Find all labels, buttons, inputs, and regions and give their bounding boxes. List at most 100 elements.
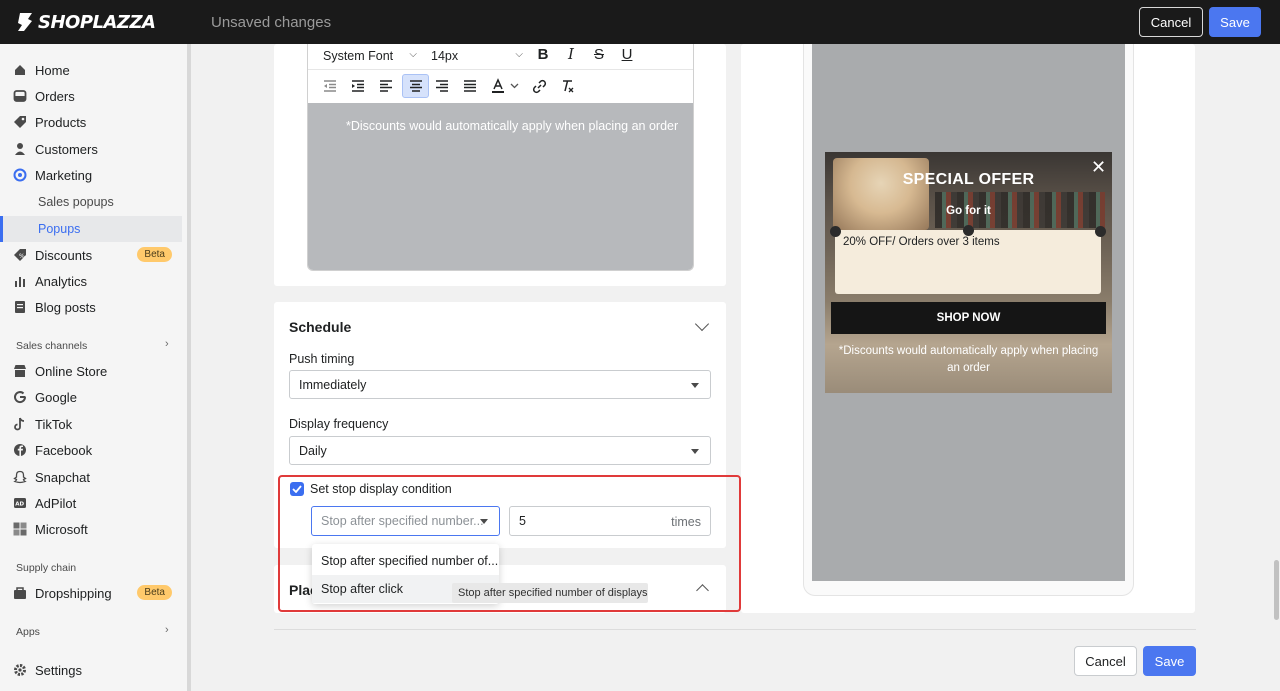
caret-down-icon (691, 449, 699, 454)
sidebar-item-discounts[interactable]: % Discounts Beta (0, 243, 182, 267)
push-timing-select[interactable]: Immediately (289, 370, 711, 399)
sidebar-item-customers[interactable]: Customers (0, 137, 182, 161)
chevron-right-icon[interactable]: › (165, 624, 169, 636)
sidebar-item-analytics[interactable]: Analytics (0, 269, 182, 293)
sidebar-item-orders[interactable]: Orders (0, 84, 182, 108)
discount-icon: % (13, 248, 27, 262)
sidebar-item-label: Marketing (35, 167, 93, 183)
font-size-select[interactable]: 14px ⌵ (431, 46, 525, 66)
sidebar-section-sales-channels: Sales channels (16, 340, 88, 352)
italic-icon[interactable]: I (559, 44, 583, 66)
sidebar-section-apps: Apps (16, 626, 40, 638)
background-image (833, 158, 929, 230)
editor-text: *Discounts would automatically apply whe… (346, 119, 679, 133)
microsoft-icon (13, 522, 27, 536)
top-bar: SHOPLAZZA Unsaved changes Cancel Save (0, 0, 1280, 44)
home-icon (13, 63, 27, 77)
sidebar-item-label: Google (35, 389, 77, 405)
outdent-icon[interactable] (318, 74, 342, 98)
sidebar-item-label: AdPilot (35, 495, 77, 511)
align-left-icon[interactable] (374, 74, 398, 98)
facebook-icon (13, 443, 27, 457)
align-center-icon[interactable] (402, 74, 429, 98)
editor-toolbar-bottom (308, 69, 693, 103)
schedule-title: Schedule (289, 319, 352, 335)
bar-chart-icon (13, 274, 27, 288)
coupon-notch (1095, 226, 1106, 237)
target-icon (13, 168, 27, 182)
sidebar-item-settings[interactable]: Settings (0, 658, 182, 682)
coupon-text: 20% OFF/ Orders over 3 items (843, 236, 1000, 248)
store-icon (13, 364, 27, 378)
sidebar-item-products[interactable]: Products (0, 110, 182, 134)
sidebar-item-snapchat[interactable]: Snapchat (0, 465, 182, 489)
caret-down-icon (691, 383, 699, 388)
snapchat-icon (13, 470, 27, 484)
gear-icon (13, 663, 27, 677)
coupon: 20% OFF/ Orders over 3 items (830, 225, 1106, 294)
sidebar-item-label: Settings (35, 662, 82, 678)
shoplazza-logo-icon (18, 13, 32, 31)
sidebar-item-microsoft[interactable]: Microsoft (0, 517, 182, 541)
tag-icon (13, 115, 27, 129)
sidebar-item-popups[interactable]: Popups (0, 216, 182, 242)
unsaved-changes-label: Unsaved changes (211, 14, 332, 31)
sidebar-item-label: Dropshipping (35, 585, 112, 601)
main-scrollbar-thumb[interactable] (1274, 560, 1279, 620)
indent-icon[interactable] (346, 74, 370, 98)
shop-now-button[interactable]: SHOP NOW (831, 302, 1106, 334)
display-frequency-select[interactable]: Daily (289, 436, 711, 465)
editor-body[interactable]: *Discounts would automatically apply whe… (308, 103, 693, 270)
beta-badge: Beta (137, 247, 172, 262)
font-family-value: System Font (323, 49, 394, 63)
shoplazza-logo: SHOPLAZZA (16, 11, 156, 33)
beta-badge: Beta (137, 585, 172, 600)
editor-toolbar-top: System Font ⌵ 14px ⌵ B I S U (308, 44, 693, 69)
sidebar-item-adpilot[interactable]: AD AdPilot (0, 491, 182, 515)
logo-text: SHOPLAZZA (38, 11, 156, 33)
clear-format-icon[interactable] (555, 74, 579, 98)
strikethrough-icon[interactable]: S (587, 44, 611, 66)
sidebar-item-dropshipping[interactable]: Dropshipping Beta (0, 581, 182, 605)
svg-text:%: % (19, 253, 25, 260)
footer-save-button[interactable]: Save (1143, 646, 1196, 676)
footer-cancel-button[interactable]: Cancel (1074, 646, 1137, 676)
sidebar-item-sales-popups[interactable]: Sales popups (0, 189, 182, 215)
chevron-right-icon[interactable]: › (165, 338, 169, 350)
sidebar-item-marketing[interactable]: Marketing (0, 163, 182, 187)
highlight-box (278, 475, 741, 612)
tiktok-icon (13, 417, 27, 431)
footer-divider (274, 629, 1196, 630)
cancel-button[interactable]: Cancel (1139, 7, 1203, 37)
sidebar-item-label: Blog posts (35, 299, 96, 315)
sidebar-item-online-store[interactable]: Online Store (0, 359, 182, 383)
push-timing-value: Immediately (299, 377, 367, 392)
person-icon (13, 142, 27, 156)
dropshipping-icon (13, 586, 27, 600)
sidebar-item-label: Facebook (35, 442, 93, 458)
link-icon[interactable] (527, 74, 551, 98)
align-justify-icon[interactable] (458, 74, 482, 98)
chevron-down-icon: ⌵ (515, 49, 523, 60)
close-icon[interactable]: ✕ (1091, 157, 1106, 178)
push-timing-label: Push timing (289, 352, 355, 366)
save-button[interactable]: Save (1209, 7, 1261, 37)
bold-icon[interactable]: B (531, 44, 555, 66)
sidebar-item-home[interactable]: Home (0, 58, 182, 82)
display-frequency-label: Display frequency (289, 417, 389, 431)
sidebar-item-label: Home (35, 62, 70, 78)
adpilot-icon: AD (13, 496, 27, 510)
underline-icon[interactable]: U (615, 44, 639, 66)
font-family-select[interactable]: System Font ⌵ (323, 46, 421, 66)
popup-preview: SPECIAL OFFER Go for it ✕ 20% OFF/ Order… (825, 152, 1112, 393)
sidebar-item-facebook[interactable]: Facebook (0, 438, 182, 462)
rich-text-editor[interactable]: System Font ⌵ 14px ⌵ B I S U *Discounts … (307, 44, 694, 271)
sidebar-item-label: Analytics (35, 273, 88, 289)
popup-note: *Discounts would automatically apply whe… (838, 345, 1099, 374)
sidebar-item-blog-posts[interactable]: Blog posts (0, 295, 182, 319)
align-right-icon[interactable] (430, 74, 454, 98)
sidebar-item-google[interactable]: Google (0, 385, 182, 409)
sidebar-item-label: Microsoft (35, 521, 88, 537)
chevron-down-icon[interactable] (507, 74, 521, 98)
sidebar-item-tiktok[interactable]: TikTok (0, 412, 182, 436)
